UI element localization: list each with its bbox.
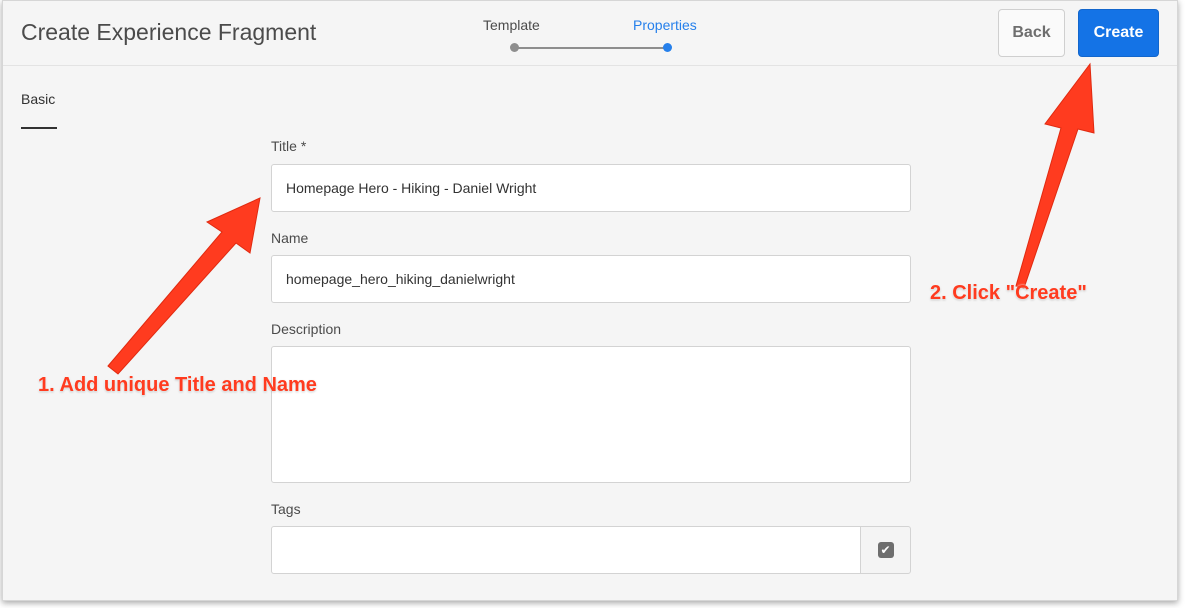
annotation-add-title-name: 1. Add unique Title and Name [38, 374, 317, 396]
annotation-click-create: 2. Click "Create" [930, 282, 1087, 304]
arrow-to-title-icon [107, 197, 261, 375]
arrow-to-create-icon [1015, 62, 1095, 289]
